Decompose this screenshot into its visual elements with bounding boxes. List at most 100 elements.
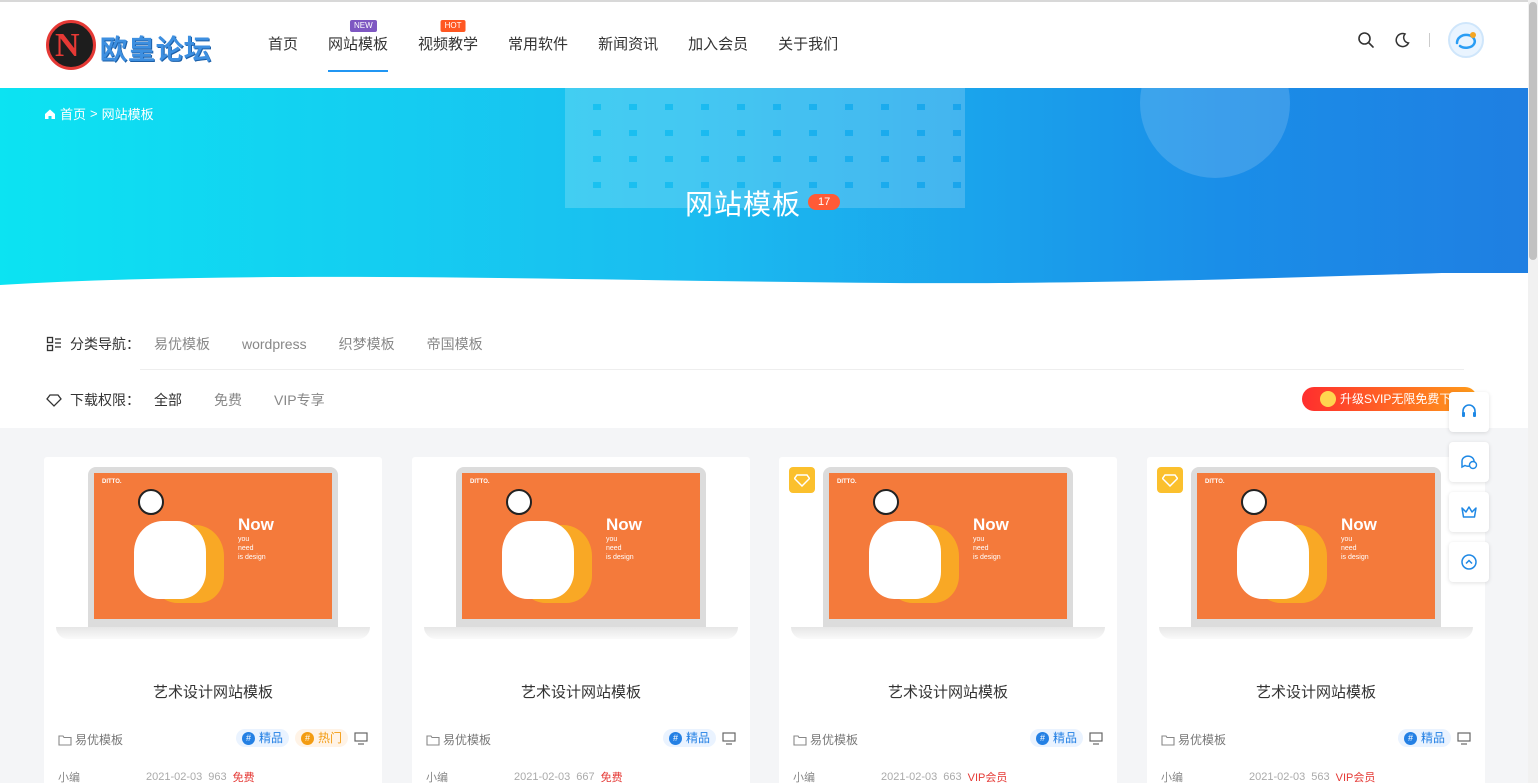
post-category[interactable]: 易优模板 — [793, 731, 858, 748]
post-category-label: 易优模板 — [75, 733, 124, 747]
dog-figure — [869, 521, 941, 599]
screen-headline: Now — [973, 515, 1009, 534]
diamond-icon — [46, 394, 62, 407]
screen-headline: Now — [606, 515, 642, 534]
post-author[interactable]: 小编 — [426, 769, 448, 783]
screen-subline: you need is design — [606, 536, 634, 561]
filter-option-all[interactable]: 全部 — [154, 390, 182, 410]
post-title[interactable]: 艺术设计网站模板 — [412, 681, 750, 702]
nav-label: 加入会员 — [688, 36, 749, 53]
tag-featured[interactable]: # 精品 — [1397, 729, 1451, 747]
breadcrumb-separator: > — [90, 106, 98, 121]
filter-option-empirecms[interactable]: 帝国模板 — [427, 334, 483, 354]
post-author[interactable]: 小编 — [793, 769, 815, 783]
tag-hot[interactable]: # 热门 — [294, 729, 348, 747]
nav-item-software[interactable]: 常用软件 — [493, 2, 583, 88]
post-thumbnail[interactable]: DITTO. Now you need is design — [1159, 465, 1473, 655]
laptop-base — [791, 627, 1105, 639]
post-price: VIP会员 — [1335, 772, 1376, 783]
permission-filter-row: 下载权限： 全部 免费 VIP专享 — [46, 390, 357, 410]
svip-label: 升级SVIP无限免费下载 — [1340, 392, 1464, 406]
post-thumbnail[interactable]: DITTO. Now you need is design — [56, 465, 370, 655]
post-card[interactable]: DITTO. Now you need is design 艺术设计网站模板 易… — [412, 457, 750, 783]
post-card[interactable]: DITTO. Now you need is design 艺术设计网站模板 易… — [779, 457, 1117, 783]
laptop-screen: DITTO. Now you need is design — [1197, 473, 1435, 619]
post-thumbnail[interactable]: DITTO. Now you need is design — [424, 465, 738, 655]
post-card[interactable]: DITTO. Now you need is design 艺术设计网站模板 易… — [44, 457, 382, 783]
laptop-screen: DITTO. Now you need is design — [829, 473, 1067, 619]
post-tags: # 精品 # 热门 — [235, 729, 368, 747]
search-icon[interactable] — [1357, 31, 1375, 49]
filter-option-vip[interactable]: VIP专享 — [274, 390, 325, 410]
customer-service-button[interactable] — [1449, 392, 1489, 432]
tag-label: 热门 — [317, 731, 342, 745]
laptop-base — [424, 627, 738, 639]
hash-icon: # — [241, 731, 255, 745]
post-thumbnail[interactable]: DITTO. Now you need is design — [791, 465, 1105, 655]
nav-item-news[interactable]: 新闻资讯 — [583, 2, 673, 88]
scrollbar[interactable] — [1528, 0, 1538, 783]
post-views: 667 — [576, 771, 595, 783]
laptop-mockup: DITTO. Now you need is design — [456, 467, 706, 629]
folder-icon — [1161, 734, 1175, 746]
tag-featured[interactable]: # 精品 — [1029, 729, 1083, 747]
filter-option-free[interactable]: 免费 — [214, 390, 242, 410]
tag-featured[interactable]: # 精品 — [662, 729, 716, 747]
post-price: 免费 — [600, 772, 623, 783]
post-views: 563 — [1311, 771, 1330, 783]
nav-item-membership[interactable]: 加入会员 — [673, 2, 763, 88]
post-tags: # 精品 — [1397, 729, 1471, 747]
nav-item-templates[interactable]: NEW 网站模板 — [313, 2, 403, 88]
tag-label: 精品 — [685, 731, 710, 745]
nav-item-about[interactable]: 关于我们 — [763, 2, 853, 88]
post-title[interactable]: 艺术设计网站模板 — [1147, 681, 1485, 702]
category-banner: 首页 > 网站模板 网站模板 17 — [0, 88, 1528, 303]
divider — [1429, 33, 1430, 47]
tag-featured[interactable]: # 精品 — [235, 729, 289, 747]
laptop-base — [1159, 627, 1473, 639]
filter-option-dedecms[interactable]: 织梦模板 — [339, 334, 395, 354]
nav-item-video[interactable]: HOT 视频教学 — [403, 2, 493, 88]
post-author[interactable]: 小编 — [58, 769, 80, 783]
dog-figure — [134, 521, 206, 599]
filter-option-yiyou[interactable]: 易优模板 — [154, 334, 210, 354]
post-category[interactable]: 易优模板 — [1161, 731, 1226, 748]
site-logo[interactable]: N 欧皇论坛 — [46, 20, 216, 72]
scrollbar-thumb[interactable] — [1529, 2, 1537, 260]
screen-subline: you need is design — [238, 536, 266, 561]
monitor-icon — [1457, 731, 1471, 745]
back-to-top-button[interactable] — [1449, 542, 1489, 582]
soccer-ball — [873, 489, 899, 515]
background-circle — [1140, 88, 1290, 178]
post-card[interactable]: DITTO. Now you need is design 艺术设计网站模板 易… — [1147, 457, 1485, 783]
post-author[interactable]: 小编 — [1161, 769, 1183, 783]
nav-item-home[interactable]: 首页 — [253, 2, 313, 88]
header-actions — [1357, 22, 1484, 58]
avatar[interactable] — [1448, 22, 1484, 58]
dark-mode-icon[interactable] — [1393, 31, 1411, 49]
post-title[interactable]: 艺术设计网站模板 — [44, 681, 382, 702]
screen-brand: DITTO. — [1205, 479, 1225, 485]
vip-diamond-icon — [789, 467, 815, 493]
category-filter-row: 分类导航： 易优模板 wordpress 织梦模板 帝国模板 — [46, 334, 515, 354]
floating-toolbar — [1449, 392, 1489, 582]
tag-label: 精品 — [258, 731, 283, 745]
logo-text: 欧皇论坛 — [100, 35, 212, 65]
breadcrumb-current[interactable]: 网站模板 — [102, 104, 154, 123]
hash-icon: # — [1035, 731, 1049, 745]
post-meta: 小编 2021-02-03 667 免费 — [426, 769, 736, 783]
hash-icon: # — [668, 731, 682, 745]
screen-brand: DITTO. — [102, 479, 122, 485]
post-title[interactable]: 艺术设计网站模板 — [779, 681, 1117, 702]
permission-filter-label: 下载权限： — [70, 392, 140, 408]
post-category[interactable]: 易优模板 — [426, 731, 491, 748]
breadcrumb-home[interactable]: 首页 — [60, 104, 86, 123]
filter-option-wordpress[interactable]: wordpress — [242, 336, 307, 352]
soccer-ball — [1241, 489, 1267, 515]
vip-button[interactable] — [1449, 492, 1489, 532]
post-tags: # 精品 — [1029, 729, 1103, 747]
chat-button[interactable] — [1449, 442, 1489, 482]
post-category[interactable]: 易优模板 — [58, 731, 123, 748]
nav-label: 首页 — [268, 36, 299, 53]
post-price: 免费 — [232, 772, 255, 783]
